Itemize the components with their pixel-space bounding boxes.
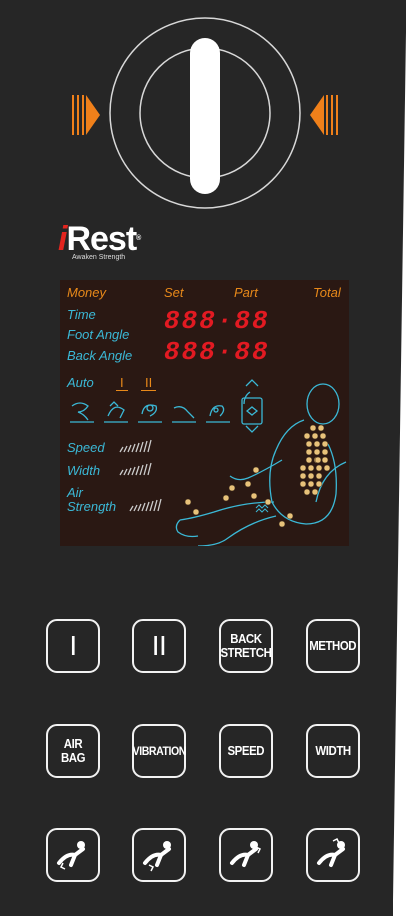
lcd-money-label: Money	[67, 285, 107, 300]
clapping-icon	[138, 404, 162, 423]
recline-foot-down-button[interactable]	[46, 828, 100, 882]
kneading-icon	[70, 402, 94, 423]
program-2-button[interactable]: II	[132, 619, 186, 673]
lcd-auto-mode-2: II	[141, 376, 157, 391]
vibration-icon	[255, 504, 269, 513]
control-dial[interactable]	[60, 10, 350, 220]
lcd-part-label: Part	[234, 285, 258, 300]
lcd-air-label: Air	[67, 485, 83, 500]
back-stretch-button[interactable]: BACK STRETCH	[219, 619, 273, 673]
brand-logo: iRest® Awaken Strength	[58, 220, 141, 261]
lcd-speed-label: Speed	[67, 440, 105, 455]
body-position-figure	[175, 379, 347, 546]
recline-foot-down-icon	[57, 841, 85, 870]
width-button[interactable]: WIDTH	[306, 724, 360, 778]
recline-foot-up-icon	[143, 841, 171, 872]
lcd-auto-label: Auto	[67, 375, 94, 390]
segment-display-2: 888·88	[164, 337, 270, 367]
lcd-back-angle-label: Back Angle	[67, 348, 133, 363]
recline-back-down-button[interactable]	[219, 828, 273, 882]
lcd-auto-mode-1: I	[116, 376, 128, 391]
speed-level-bars	[119, 439, 152, 453]
right-arrow-icon	[310, 95, 338, 135]
lcd-time-label: Time	[67, 307, 96, 322]
segment-display-1: 888·88	[164, 306, 270, 336]
down-arrow-icon	[245, 425, 259, 433]
recline-back-down-icon	[230, 841, 262, 867]
lcd-total-label: Total	[313, 285, 341, 300]
width-level-bars	[119, 462, 152, 476]
recline-back-up-button[interactable]	[306, 828, 360, 882]
vibration-button[interactable]: VIBRATION	[132, 724, 186, 778]
remote-control-panel: iRest® Awaken Strength Money Set Part To…	[0, 0, 406, 916]
recline-foot-up-button[interactable]	[132, 828, 186, 882]
lcd-display: Money Set Part Total Time Foot Angle Bac…	[60, 280, 349, 546]
left-arrow-icon	[72, 95, 100, 135]
lcd-strength-label: Strength	[67, 499, 117, 514]
dial-handle[interactable]	[190, 38, 220, 194]
lcd-foot-angle-label: Foot Angle	[67, 327, 130, 342]
recline-back-up-icon	[317, 837, 345, 867]
lcd-width-label: Width	[67, 463, 101, 478]
air-bag-button[interactable]: AIR BAG	[46, 724, 100, 778]
tapping-icon	[104, 401, 128, 423]
program-1-button[interactable]: I	[46, 619, 100, 673]
lcd-set-label: Set	[164, 285, 184, 300]
speed-button[interactable]: SPEED	[219, 724, 273, 778]
method-button[interactable]: METHOD	[306, 619, 360, 673]
